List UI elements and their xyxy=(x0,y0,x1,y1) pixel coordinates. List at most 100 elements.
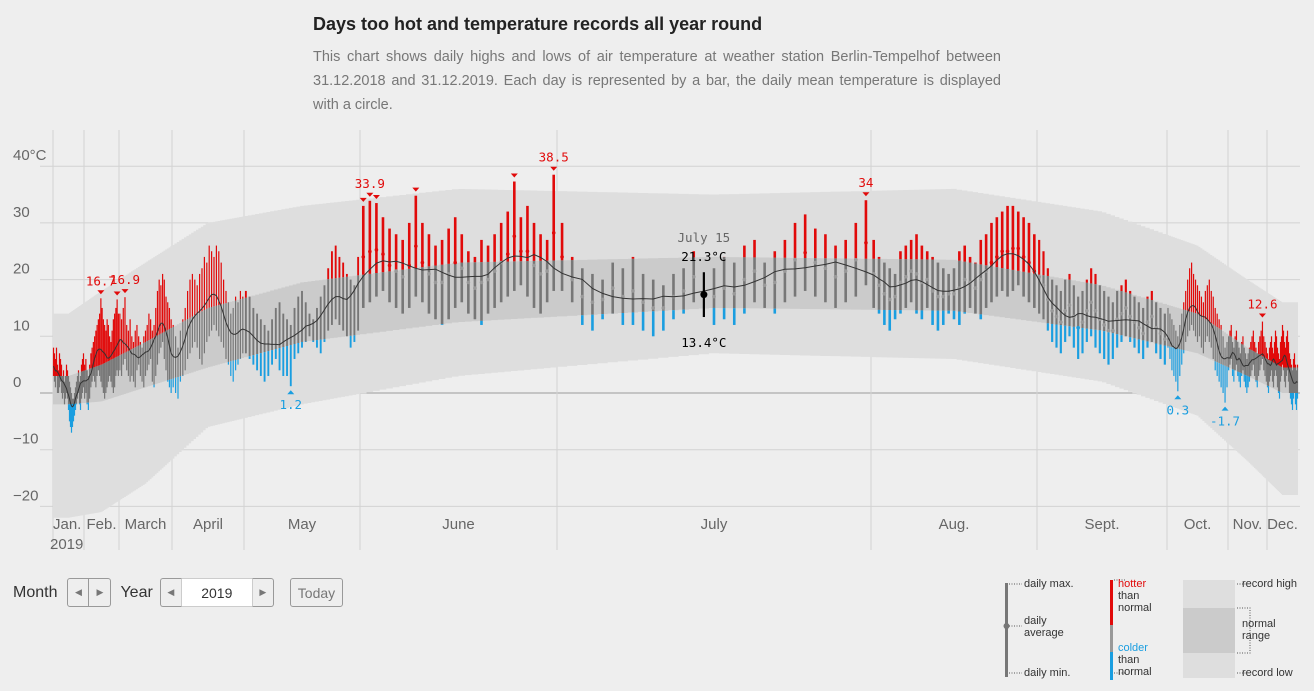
day-bar-hot xyxy=(1124,279,1127,293)
day-bar-hot xyxy=(100,298,102,365)
day-bar-normal xyxy=(158,334,160,354)
day-mean-dot xyxy=(1063,308,1067,313)
day-bar-normal xyxy=(1022,271,1025,297)
day-bar-normal xyxy=(872,258,875,308)
day-bar-hot xyxy=(793,222,797,258)
day-mean-dot xyxy=(909,269,913,273)
day-bar-normal xyxy=(267,330,270,352)
day-bar-normal xyxy=(1198,314,1201,337)
day-bar-hot xyxy=(1212,296,1214,325)
day-bar-cold xyxy=(237,359,239,365)
day-mean-dot xyxy=(580,294,585,299)
day-bar-hot xyxy=(1006,205,1009,269)
day-bar-hot xyxy=(139,341,141,345)
day-bar-cold xyxy=(1129,337,1132,342)
day-bar-hot xyxy=(168,307,171,329)
day-bar-hot xyxy=(631,256,635,259)
day-bar-normal xyxy=(1229,335,1231,365)
prev-month-button[interactable]: ◀ xyxy=(67,578,90,607)
day-bar-normal xyxy=(1254,351,1256,376)
day-mean-dot xyxy=(486,277,490,282)
day-bar-hot xyxy=(813,228,817,259)
day-bar-hot xyxy=(160,285,162,334)
day-bar-hot xyxy=(1216,313,1218,328)
day-bar-normal xyxy=(1280,366,1283,376)
day-bar-normal xyxy=(208,307,210,337)
day-bar-cold xyxy=(1167,346,1169,348)
day-bar-cold xyxy=(888,310,892,331)
day-bar-hot xyxy=(156,290,159,336)
day-bar-hot xyxy=(743,245,746,258)
day-bar-hot xyxy=(116,299,118,357)
year-stepper: ◀ ▶ xyxy=(159,578,274,607)
day-mean-dot xyxy=(1085,308,1089,313)
month-label: Dec. xyxy=(1267,516,1298,533)
day-bar-normal xyxy=(242,298,244,354)
day-bar-hot xyxy=(345,273,348,277)
day-bar-hot xyxy=(361,205,365,275)
day-bar-normal xyxy=(1239,353,1241,373)
day-bar-hot xyxy=(963,245,967,262)
day-bar-cold xyxy=(271,350,273,365)
day-bar-cold xyxy=(1175,348,1177,382)
day-bar-normal xyxy=(132,348,135,382)
day-bar-hot xyxy=(974,262,977,264)
day-bar-normal xyxy=(1208,321,1210,342)
day-mean-dot xyxy=(505,252,510,256)
month-label: Feb. xyxy=(86,516,116,533)
day-bar-cold xyxy=(952,310,956,320)
month-label: April xyxy=(193,516,223,533)
legend-cold-bar xyxy=(1110,652,1113,680)
day-bar-normal xyxy=(84,370,86,399)
day-bar-cold xyxy=(74,403,77,411)
next-month-button[interactable]: ▶ xyxy=(89,578,112,607)
day-mean-dot xyxy=(440,280,444,285)
prev-year-button[interactable]: ◀ xyxy=(159,578,182,607)
day-bar-normal xyxy=(434,265,437,320)
day-bar-normal xyxy=(99,365,101,376)
day-bar-normal xyxy=(353,285,356,336)
y-tick-label: 20 xyxy=(13,261,30,278)
day-bar-normal xyxy=(342,277,345,331)
today-button[interactable]: Today xyxy=(289,578,344,607)
day-bar-hot xyxy=(513,181,516,262)
day-bar-normal xyxy=(722,257,726,309)
day-bar-hot xyxy=(357,256,360,276)
day-bar-cold xyxy=(286,346,288,376)
day-mean-dot xyxy=(532,263,536,268)
day-mean-dot xyxy=(374,248,379,252)
day-bar-normal xyxy=(1189,311,1191,331)
day-bar-hot xyxy=(107,324,109,362)
legend-text: colder xyxy=(1118,642,1148,654)
day-bar-normal xyxy=(915,259,918,311)
record-label: 16.9 xyxy=(110,272,140,287)
day-mean-dot xyxy=(898,280,903,285)
day-bar-normal xyxy=(184,320,186,371)
year-input[interactable] xyxy=(181,578,252,607)
temperature-chart[interactable]: 16.716.91.233.938.5340.3-1.712.6 July 15… xyxy=(0,0,1314,560)
record-label: 0.3 xyxy=(1167,402,1190,417)
day-mean-dot xyxy=(813,260,818,265)
day-bar-cold xyxy=(1296,393,1299,399)
day-bar-normal xyxy=(1124,292,1127,337)
next-year-button[interactable]: ▶ xyxy=(251,578,274,607)
day-bar-normal xyxy=(127,350,130,376)
day-mean-dot xyxy=(732,291,737,296)
day-mean-dot xyxy=(893,294,897,299)
day-bar-cold xyxy=(1248,376,1251,382)
day-bar-cold xyxy=(915,310,918,314)
year-label: 2019 xyxy=(50,536,83,553)
day-bar-normal xyxy=(506,261,510,297)
day-bar-hot xyxy=(338,256,341,278)
day-bar-hot xyxy=(1085,279,1088,283)
day-bar-normal xyxy=(220,304,222,342)
day-bar-hot xyxy=(62,370,65,376)
day-bar-hot xyxy=(1204,290,1206,319)
day-mean-dot xyxy=(1016,246,1021,251)
day-bar-hot xyxy=(1208,279,1210,322)
day-bar-normal xyxy=(361,274,365,308)
day-bar-hot xyxy=(101,307,103,365)
day-bar-cold xyxy=(297,342,300,354)
day-bar-normal xyxy=(289,324,292,346)
day-bar-hot xyxy=(854,222,858,259)
